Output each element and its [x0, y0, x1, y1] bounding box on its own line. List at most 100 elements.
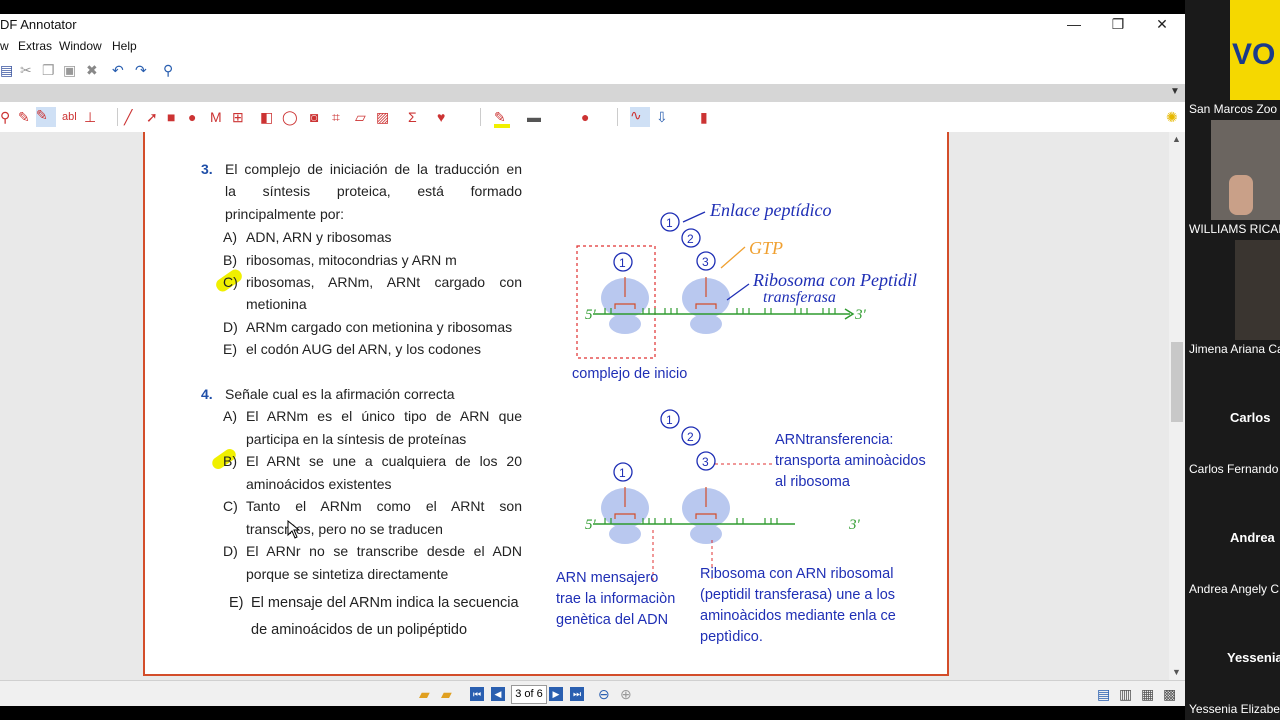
continuous-view-icon[interactable]: ▥ [1119, 686, 1132, 702]
q4-option-e: El mensaje del ARNm indica la secuencia [251, 595, 519, 611]
ribosome-note-2: transferasa [763, 289, 836, 306]
copy-icon[interactable]: ❐ [42, 62, 55, 78]
participant-video [1211, 120, 1280, 220]
lasso-icon[interactable]: ◯ [282, 109, 298, 125]
page-indicator[interactable]: 3 of 6 [511, 685, 547, 704]
smooth-line-icon[interactable]: ∿ [630, 107, 650, 127]
menu-view[interactable]: w [0, 39, 9, 53]
q3-option-letter: A) [223, 229, 237, 245]
top-black-bar [0, 0, 1280, 14]
q3-option-letter: D) [223, 319, 238, 335]
line-icon[interactable]: ╱ [124, 109, 132, 125]
small-subunit-1 [609, 524, 641, 544]
text-box-icon[interactable]: abl [62, 109, 77, 125]
gtp-pointer [720, 246, 746, 269]
delete-icon[interactable]: ✖ [86, 62, 98, 78]
participants-panel: VO San Marcos Zoo WILLIAMS RICAR Jimena … [1185, 0, 1280, 720]
menu-window[interactable]: Window [59, 39, 102, 53]
menu-extras[interactable]: Extras [18, 39, 52, 53]
find-icon[interactable]: ⚲ [163, 62, 173, 78]
q4-option-b: El ARNt se une a cualquiera de los 20 [246, 453, 522, 469]
zoom-icon[interactable]: ⚲ [0, 109, 10, 125]
maximize-button[interactable]: ❐ [1096, 14, 1140, 36]
redo-icon[interactable]: ↷ [135, 62, 147, 78]
single-page-view-icon[interactable]: ▤ [1097, 686, 1110, 702]
scroll-up-icon[interactable]: ▲ [1172, 134, 1181, 144]
amino-acid-top-3-label: 3 [702, 255, 709, 269]
q3-option-b: ribosomas, mitocondrias y ARN m [246, 252, 457, 268]
dot-color-icon[interactable]: ● [581, 109, 589, 125]
gtp-note: GTP [749, 238, 783, 258]
peptide-bond-note: Enlace peptídico [709, 200, 831, 220]
scroll-thumb[interactable] [1171, 342, 1183, 422]
participant-initials: Carlos [1230, 410, 1271, 425]
clear-icon[interactable]: ▮ [700, 109, 708, 125]
sum-icon[interactable]: Σ [408, 109, 417, 125]
close-button[interactable]: ✕ [1140, 14, 1184, 36]
question-3-number: 3. [201, 161, 213, 177]
scroll-down-icon[interactable]: ▼ [1172, 667, 1181, 677]
heart-icon[interactable]: ♥ [437, 109, 445, 125]
logo-tile: VO [1230, 0, 1280, 100]
color-swatch [494, 124, 510, 128]
polyline-icon[interactable]: M [210, 109, 222, 125]
bottom-black-bar [0, 706, 1185, 720]
tab-dropdown-icon[interactable]: ▼ [1170, 86, 1180, 97]
q4-option-d-cont: porque se sintetiza directamente [246, 566, 449, 582]
camera-icon[interactable]: ◙ [310, 109, 318, 125]
q4-option-a: El ARNm es el único tipo de ARN que [246, 408, 522, 424]
save-file-icon[interactable]: ▰ [441, 686, 452, 702]
open-file-icon[interactable]: ▰ [419, 686, 430, 702]
window-title: DF Annotator [0, 17, 77, 32]
highlighter-icon[interactable]: ✎ [36, 107, 56, 127]
ellipse-icon[interactable]: ● [188, 109, 196, 125]
q4-option-c: Tanto el ARNm como el ARNt son [246, 498, 522, 514]
vertical-scrollbar[interactable]: ▲ ▼ [1169, 132, 1185, 680]
participant-video [1235, 240, 1280, 340]
mouse-cursor-icon [287, 520, 301, 539]
crop-icon[interactable]: ⌗ [332, 109, 340, 125]
q4-option-b-cont: aminoácidos existentes [246, 476, 392, 492]
amino-acid-1-label: 1 [619, 466, 626, 480]
amino-acid-top-1-label: 1 [666, 216, 673, 230]
undo-icon[interactable]: ↶ [112, 62, 124, 78]
back-icon[interactable]: ⊖ [598, 686, 610, 702]
stamp-icon[interactable]: ⊥ [84, 109, 96, 125]
print-icon[interactable]: ▤ [0, 62, 13, 78]
color-pen-icon[interactable]: ✎ [494, 109, 506, 125]
two-page-view-icon[interactable]: ▦ [1141, 686, 1154, 702]
measure-icon[interactable]: ⊞ [232, 109, 244, 125]
next-page-icon[interactable]: ▶ [549, 687, 563, 701]
participant-name: Yessenia Elizabet [1189, 702, 1280, 716]
eraser-icon[interactable]: ◧ [260, 109, 273, 125]
cut-icon[interactable]: ✂ [20, 62, 32, 78]
ribosome-note-1: Ribosoma con Peptidil [752, 270, 917, 290]
toolbar-separator [480, 108, 481, 126]
arrow-icon[interactable]: ➚ [146, 109, 158, 125]
image-insert-icon[interactable]: ▨ [376, 109, 389, 125]
import-icon[interactable]: ⇩ [656, 109, 668, 125]
annotation-toolbar: ⚲ ✎ ✎ abl ⊥ ╱ ➚ ■ ● M ⊞ ◧ ◯ ◙ ⌗ ▱ ▨ Σ ♥ … [0, 102, 1185, 133]
ruler-icon[interactable]: ▱ [355, 109, 366, 125]
last-page-icon[interactable]: ⏭ [570, 687, 584, 701]
menu-help[interactable]: Help [112, 39, 137, 53]
q4-option-d: El ARNr no se transcribe desde el ADN [246, 543, 522, 559]
title-bar: DF Annotator — ❐ ✕ [0, 14, 1185, 36]
sun-icon[interactable]: ✺ [1166, 109, 1178, 125]
q4-option-a-cont: participa en la síntesis de proteínas [246, 431, 467, 447]
previous-page-icon[interactable]: ◀ [491, 687, 505, 701]
pen-icon[interactable]: ✎ [18, 109, 30, 125]
first-page-icon[interactable]: ⏮ [470, 687, 484, 701]
minimize-button[interactable]: — [1052, 14, 1096, 36]
amino-acid-top-2-label: 2 [687, 232, 694, 246]
q4-option-letter: A) [223, 408, 237, 424]
translation-initiation-diagram: 1 1 2 3 5' 3' Enlace peptídico GTP Ribos… [576, 200, 917, 359]
amino-acid-1-label: 1 [619, 256, 626, 270]
forward-icon[interactable]: ⊕ [620, 686, 632, 702]
grid-view-icon[interactable]: ▩ [1163, 686, 1176, 702]
paste-icon[interactable]: ▣ [63, 62, 76, 78]
rectangle-icon[interactable]: ■ [167, 109, 175, 125]
line-width-icon[interactable]: ▬ [527, 109, 541, 125]
participant-silhouette [1229, 175, 1253, 215]
participant-name: Jimena Ariana Ca [1189, 342, 1280, 356]
